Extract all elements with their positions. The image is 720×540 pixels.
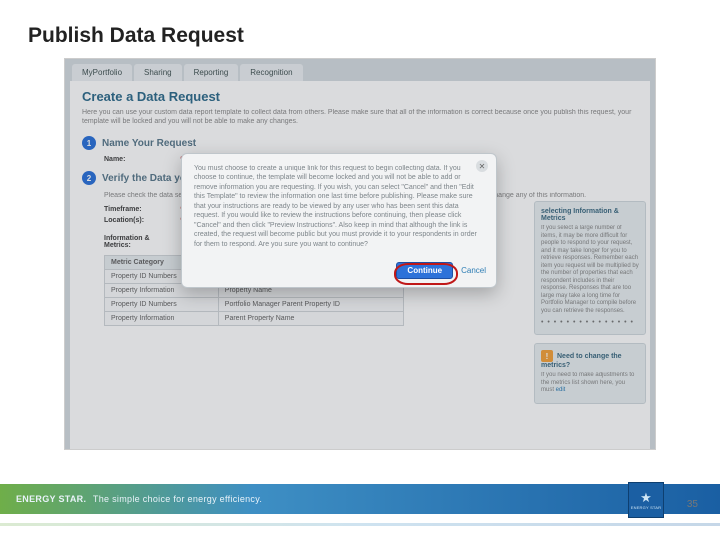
footer-tagline: The simple choice for energy efficiency. bbox=[93, 494, 262, 504]
footer-bar: ENERGY STAR. The simple choice for energ… bbox=[0, 484, 720, 514]
footer-accent-bar bbox=[0, 523, 720, 526]
modal-body: You must choose to create a unique link … bbox=[194, 164, 484, 249]
footer-brand: ENERGY STAR. bbox=[16, 494, 86, 504]
continue-button[interactable]: Continue bbox=[396, 262, 453, 279]
confirm-modal: ✕ You must choose to create a unique lin… bbox=[181, 153, 497, 288]
app-screenshot: MyPortfolio Sharing Reporting Recognitio… bbox=[64, 58, 656, 450]
footer-text: ENERGY STAR. The simple choice for energ… bbox=[16, 494, 262, 504]
page-number: 35 bbox=[687, 499, 698, 510]
energy-star-logo: ★ ENERGY STAR bbox=[628, 482, 664, 518]
star-icon: ★ bbox=[640, 491, 652, 504]
slide-title: Publish Data Request bbox=[0, 0, 720, 58]
logo-label: ENERGY STAR bbox=[631, 505, 662, 510]
cancel-button[interactable]: Cancel bbox=[461, 266, 486, 275]
